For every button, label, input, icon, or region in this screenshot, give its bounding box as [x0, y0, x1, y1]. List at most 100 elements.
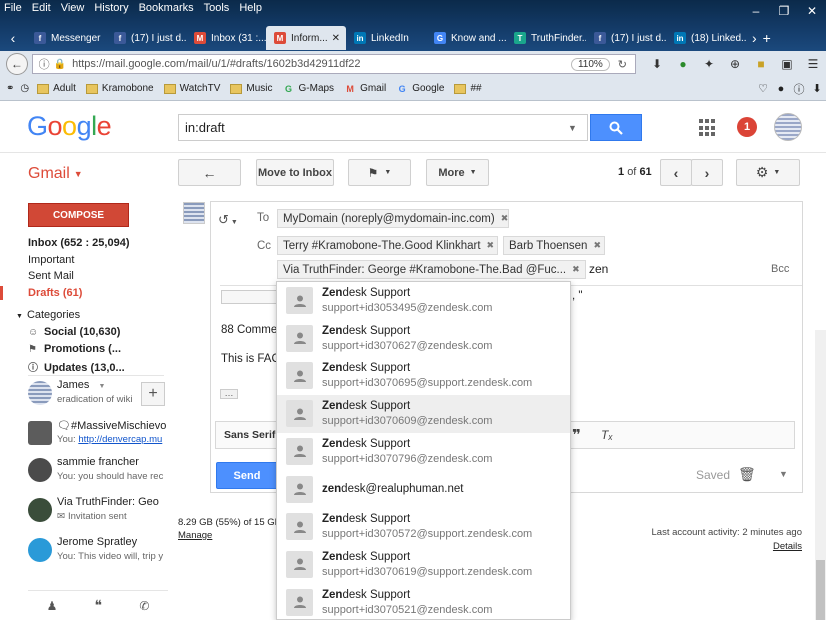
suggestion-item[interactable]: Zendesk Support support+id3070627@zendesk… [277, 320, 570, 358]
recipient-chip[interactable]: Terry #Kramobone-The.Good Klinkhart ✖ [277, 236, 498, 255]
browser-tab[interactable]: f Messenger [26, 26, 106, 50]
new-chat-button[interactable]: + [141, 382, 165, 406]
minimize-icon[interactable]: – [742, 0, 770, 22]
browser-tab[interactable]: in (18) Linked... [666, 26, 746, 50]
bookmark-item[interactable]: Adult [37, 83, 76, 94]
heart-icon[interactable]: ♡ [754, 82, 772, 95]
categories-toggle[interactable]: ▼ Categories [16, 309, 80, 321]
sidebar-item-social[interactable]: ☺ Social (10,630) [28, 326, 168, 338]
menu-help[interactable]: Help [239, 2, 262, 14]
chat-item[interactable]: Via TruthFinder: Geo ✉ Invitation sent [28, 496, 168, 532]
suggestion-item[interactable]: zendesk@realuphuman.net [277, 471, 570, 509]
browser-tab[interactable]: in LinkedIn [346, 26, 426, 50]
browser-tab[interactable]: f (17) I just d... [106, 26, 186, 50]
more-button[interactable]: More ▼ [426, 159, 489, 186]
screenshot-icon[interactable]: ▣ [774, 57, 800, 71]
chat-item[interactable]: 🗨#MassiveMischievous You: http://denverc… [28, 419, 168, 455]
notes-icon[interactable]: ■ [748, 57, 774, 71]
browser-tab[interactable]: G Know and ... [426, 26, 506, 50]
history-icon[interactable]: ◷ [20, 83, 29, 94]
suggestion-item[interactable]: Zendesk Support support+id3070572@support… [277, 508, 570, 546]
recipient-chip[interactable]: MyDomain (noreply@mydomain-inc.com) ✖ [277, 209, 509, 228]
menu-view[interactable]: View [61, 2, 85, 14]
bookmark-item[interactable]: WatchTV [163, 83, 220, 94]
bookmark-item[interactable]: Kramobone [85, 83, 154, 94]
color-icon[interactable]: ● [772, 83, 790, 95]
compose-button[interactable]: COMPOSE [28, 203, 129, 227]
new-tab-icon[interactable]: + [763, 30, 771, 46]
close-tab-icon[interactable]: ✕ [332, 33, 340, 44]
browser-tab[interactable]: M Inbox (31 :... [186, 26, 266, 50]
suggestion-item[interactable]: Zendesk Support support+id3070609@zendesk… [277, 395, 570, 434]
sidebar-item-promotions[interactable]: ⚑ Promotions (... [28, 343, 168, 355]
tab-scroll-left-icon[interactable]: ‹ [0, 30, 26, 46]
settings-button[interactable]: ⚙ ▼ [736, 159, 800, 186]
chat-item[interactable]: sammie francher You: you should have rec [28, 456, 168, 492]
search-button[interactable] [590, 114, 642, 141]
phone-icon[interactable]: ✆ [139, 599, 149, 613]
url-bar[interactable]: ⓘ 🔒 https://mail.google.com/mail/u/1/#dr… [31, 54, 636, 74]
apps-grid-icon[interactable] [699, 119, 717, 137]
menu-edit[interactable]: Edit [32, 2, 51, 14]
google-logo[interactable]: Google [27, 111, 112, 142]
extension-icon[interactable]: ● [670, 57, 696, 71]
download-icon[interactable]: ⬇ [644, 57, 670, 71]
target-icon[interactable]: ⊕ [722, 57, 748, 71]
menu-bookmarks[interactable]: Bookmarks [139, 2, 194, 14]
bookmark-item[interactable]: G Google [396, 83, 445, 95]
back-to-drafts-button[interactable]: ← [178, 159, 241, 186]
details-link[interactable]: Details [600, 541, 802, 552]
browser-tab[interactable]: T TruthFinder... [506, 26, 586, 50]
clear-formatting-icon[interactable]: Tₓ [601, 428, 613, 442]
sidebar-item[interactable]: Inbox (652 : 25,094) [28, 237, 168, 254]
hamburger-menu-icon[interactable]: ☰ [800, 57, 826, 71]
suggestion-item[interactable]: Zendesk Support support+id3070695@support… [277, 357, 570, 395]
bookmark-item[interactable]: G G-Maps [283, 83, 334, 95]
recipient-chip[interactable]: Barb Thoensen ✖ [503, 236, 605, 255]
bookmark-item[interactable]: M Gmail [344, 83, 386, 95]
hangouts-icon[interactable]: ❝ [95, 597, 103, 614]
chat-item[interactable]: Jerome Spratley You: This video will, tr… [28, 536, 168, 572]
mask-icon[interactable]: ⚭ [6, 83, 14, 94]
suggestion-item[interactable]: Zendesk Support support+id3070619@support… [277, 546, 570, 584]
send-button[interactable]: Send [216, 462, 278, 489]
bcc-link[interactable]: Bcc [771, 263, 789, 275]
menu-history[interactable]: History [94, 2, 128, 14]
menu-file[interactable]: File [4, 2, 22, 14]
tab-scroll-right-icon[interactable]: › [752, 30, 757, 46]
show-trimmed-button[interactable]: … [220, 389, 238, 399]
labels-button[interactable]: ⚑ ▼ [348, 159, 411, 186]
move-to-inbox-button[interactable]: Move to Inbox [256, 159, 334, 186]
suggestion-item[interactable]: Zendesk Support support+id3070796@zendesk… [277, 433, 570, 471]
info-icon[interactable]: ⓘ [790, 81, 808, 97]
person-icon[interactable]: ♟ [47, 599, 58, 613]
gmail-menu[interactable]: Gmail ▼ [28, 165, 83, 183]
newer-button[interactable]: ‹ [660, 159, 692, 186]
recipient-chip[interactable]: Via TruthFinder: George #Kramobone-The.B… [277, 260, 586, 279]
ext-download-icon[interactable]: ⬇ [808, 82, 826, 95]
sidebar-item[interactable]: Important [28, 254, 168, 271]
bookmark-item[interactable]: Music [230, 83, 273, 94]
account-avatar[interactable] [774, 113, 802, 141]
notification-badge[interactable]: 1 [737, 117, 757, 137]
browser-tab[interactable]: f (17) I just d... [586, 26, 666, 50]
menu-tools[interactable]: Tools [204, 2, 230, 14]
info-icon[interactable]: ⓘ [39, 56, 50, 72]
chat-link[interactable]: http://denvercap.mu [78, 434, 162, 445]
browser-tab[interactable]: M Inform... ✕ [266, 26, 346, 50]
cc-input[interactable]: zen [589, 262, 608, 276]
manage-link[interactable]: Manage [178, 530, 212, 541]
sidebar-item-updates[interactable]: ⓘ Updates (13,0... [28, 359, 168, 374]
reload-icon[interactable]: ↻ [618, 58, 627, 71]
suggestion-item[interactable]: Zendesk Support support+id3053495@zendesk… [277, 282, 570, 320]
bookmark-item[interactable]: ## [454, 83, 482, 94]
remove-chip-icon[interactable]: ✖ [501, 213, 508, 224]
suggestion-item[interactable]: Zendesk Support support+id3070521@zendesk… [277, 584, 570, 619]
back-button[interactable]: ← [6, 53, 28, 75]
search-options-icon[interactable]: ▼ [568, 123, 577, 133]
trash-icon[interactable]: 🗑 [738, 466, 756, 483]
more-options-icon[interactable]: ▼ [779, 469, 788, 479]
font-select[interactable]: Sans Serif [224, 429, 275, 441]
search-input[interactable]: in:draft [178, 114, 588, 141]
sidebar-item[interactable]: Sent Mail [28, 270, 168, 287]
